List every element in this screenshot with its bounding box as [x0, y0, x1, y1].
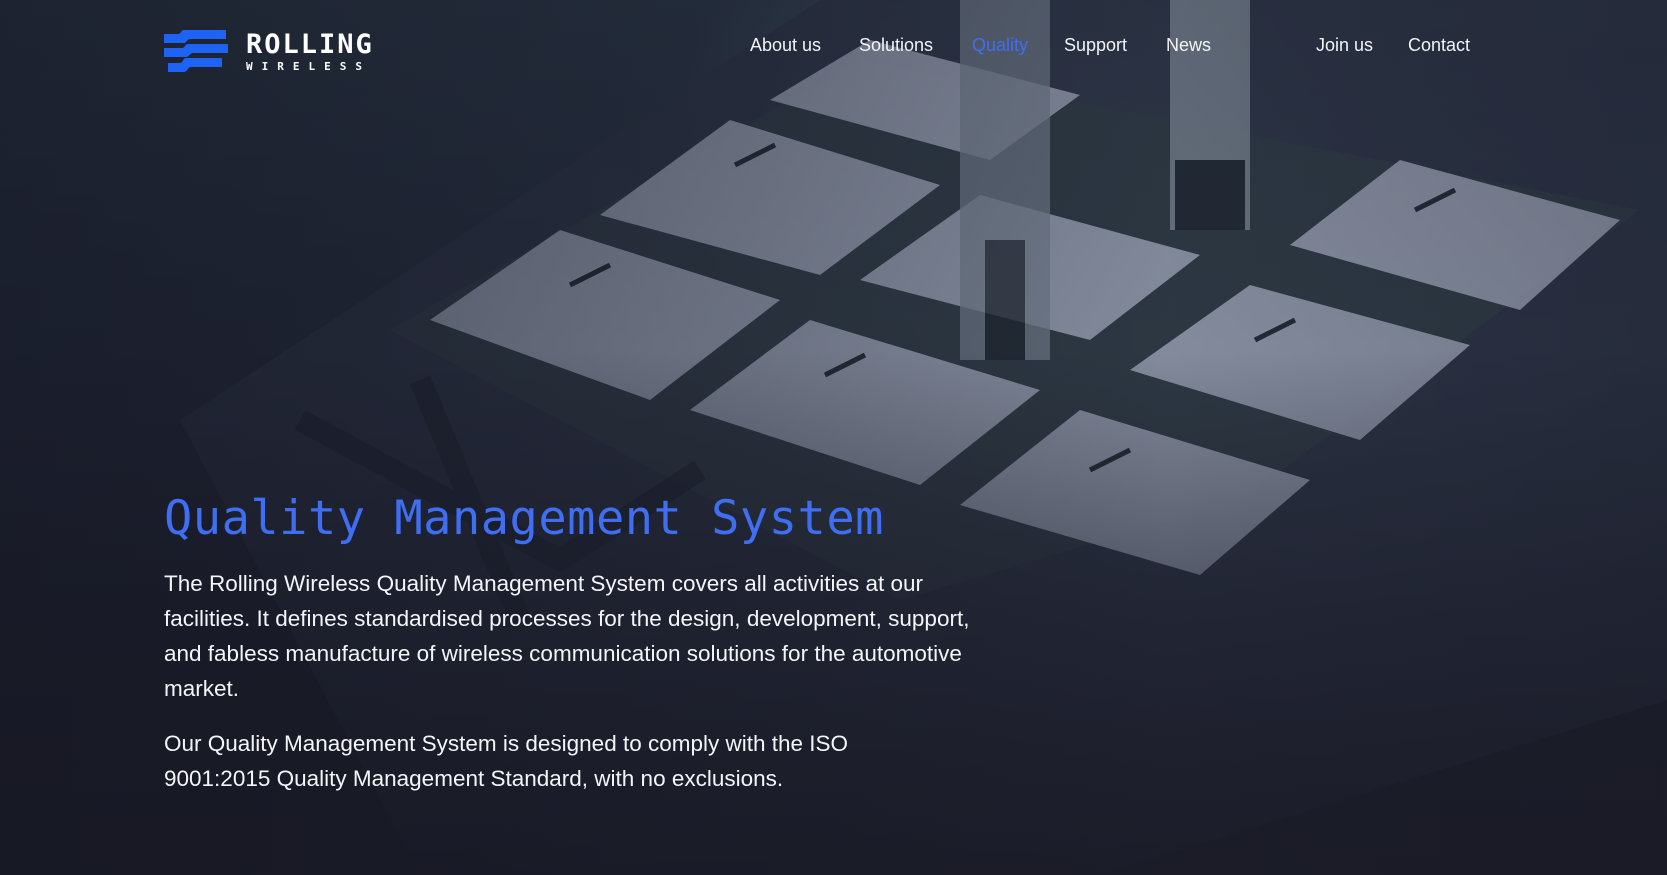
- iso-compliance-paragraph: Our Quality Management System is designe…: [164, 731, 849, 791]
- intro-paragraph: The Rolling Wireless Quality Management …: [164, 571, 970, 701]
- nav-solutions[interactable]: Solutions: [859, 35, 933, 56]
- hero-content: Quality Management System The Rolling Wi…: [164, 490, 1024, 796]
- page-title: Quality Management System: [164, 491, 884, 546]
- nav-quality[interactable]: Quality: [972, 35, 1028, 56]
- nav-about-us[interactable]: About us: [750, 35, 821, 56]
- nav-news[interactable]: News: [1166, 35, 1211, 56]
- nav-contact[interactable]: Contact: [1408, 35, 1470, 56]
- site-header: ROLLING WIRELESS About us Solutions Qual…: [0, 0, 1667, 95]
- nav-support[interactable]: Support: [1064, 35, 1127, 56]
- brand-subtitle: WIRELESS: [246, 59, 371, 73]
- main-nav: About us Solutions Quality Support News …: [0, 35, 1667, 59]
- nav-join-us[interactable]: Join us: [1316, 35, 1373, 56]
